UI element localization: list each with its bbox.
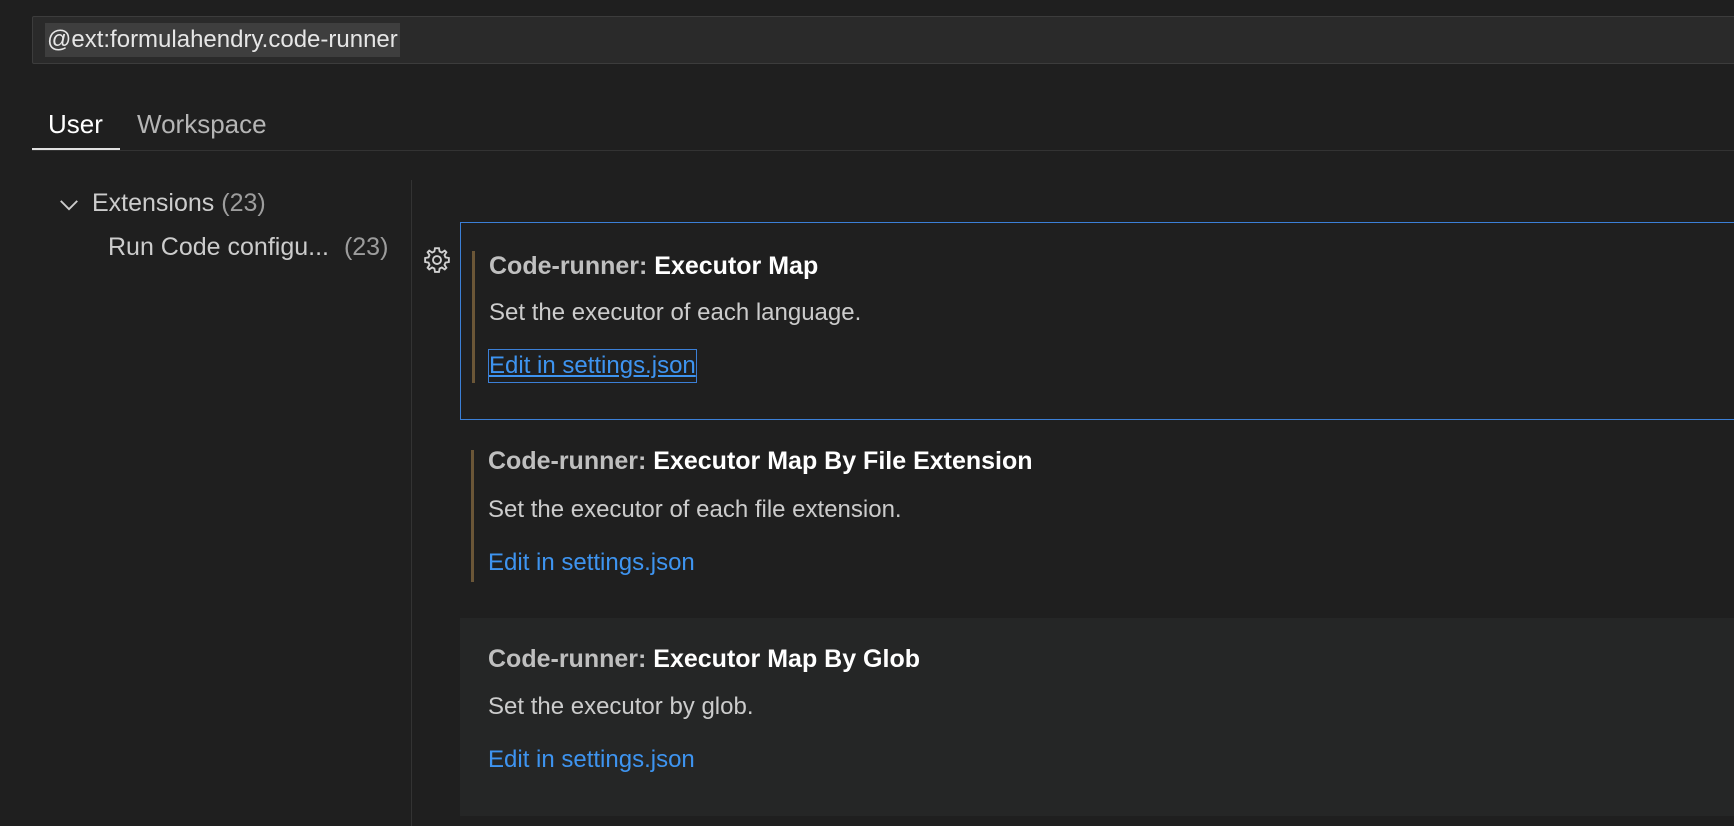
setting-executor-map-by-file-extension[interactable]: Code-runner: Executor Map By File Extens… (460, 420, 1734, 618)
setting-category: Code-runner: (488, 447, 647, 475)
tab-user[interactable]: User (48, 104, 103, 144)
setting-name: Executor Map By File Extension (653, 447, 1033, 475)
setting-executor-map-by-glob[interactable]: Code-runner: Executor Map By Glob Set th… (460, 618, 1734, 816)
tab-workspace[interactable]: Workspace (137, 104, 267, 144)
toc-group-label: Extensions (92, 189, 215, 217)
setting-category: Code-runner: (489, 252, 648, 280)
toc-item-label: Run Code configu... (108, 233, 329, 261)
setting-name: Executor Map By Glob (653, 645, 920, 673)
settings-editor: @ext:formulahendry.code-runner User Work… (0, 0, 1734, 826)
toc-item-run-code-configuration[interactable]: Run Code configu... (23) (108, 230, 388, 264)
toc-group-extensions[interactable]: Extensions (23) (92, 186, 266, 220)
setting-description: Set the executor of each file extension. (488, 496, 902, 523)
gear-icon[interactable] (422, 245, 452, 275)
edit-in-settings-json-link[interactable]: Edit in settings.json (488, 744, 695, 776)
modified-indicator (472, 251, 475, 383)
modified-indicator (471, 450, 474, 582)
setting-description: Set the executor by glob. (488, 693, 754, 720)
chevron-down-icon[interactable] (58, 194, 80, 216)
setting-description: Set the executor of each language. (489, 299, 862, 326)
toc-item-count: (23) (343, 233, 389, 261)
active-tab-indicator (32, 148, 120, 150)
setting-title: Code-runner: Executor Map By File Extens… (488, 444, 1033, 478)
edit-in-settings-json-link[interactable]: Edit in settings.json (488, 349, 697, 383)
settings-scope-tabs: User Workspace (32, 98, 1734, 151)
setting-title: Code-runner: Executor Map By Glob (488, 642, 920, 676)
search-input[interactable]: @ext:formulahendry.code-runner (45, 23, 400, 57)
toc-group-count: (23) (221, 189, 266, 217)
setting-executor-map[interactable]: Code-runner: Executor Map Set the execut… (460, 222, 1734, 420)
edit-in-settings-json-link[interactable]: Edit in settings.json (488, 547, 695, 579)
setting-name: Executor Map (654, 252, 819, 280)
toc-divider (411, 180, 412, 826)
setting-title: Code-runner: Executor Map (489, 249, 818, 283)
settings-search-box[interactable]: @ext:formulahendry.code-runner (32, 16, 1734, 64)
setting-category: Code-runner: (488, 645, 647, 673)
